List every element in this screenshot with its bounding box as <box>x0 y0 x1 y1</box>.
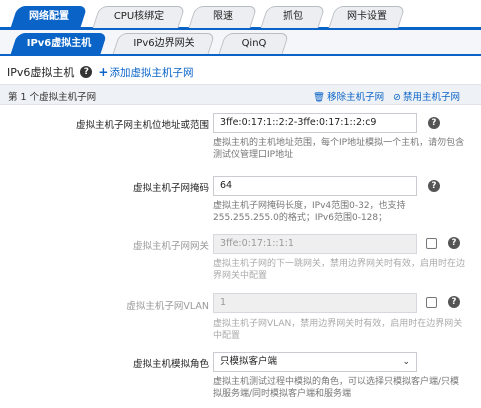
tab-ipv6-border-gateway[interactable]: IPv6边界网关 <box>112 33 216 54</box>
tab-ipv6-virtual-host[interactable]: IPv6虚拟主机 <box>10 33 108 54</box>
help-icon[interactable]: ? <box>80 66 93 78</box>
mask-help-icon[interactable]: ? <box>428 180 440 192</box>
chevron-down-icon: ⌄ <box>402 357 410 367</box>
ip-range-label: 虚拟主机子网主机位地址或范围 <box>75 120 209 131</box>
tab-rate-limit[interactable]: 限速 <box>188 6 258 28</box>
mask-label: 虚拟主机子网掩码 <box>132 183 209 194</box>
page-title: IPv6虚拟主机 <box>7 66 75 79</box>
vlan-input[interactable]: 1 <box>213 293 417 313</box>
tab-nic-settings[interactable]: 网卡设置 <box>328 6 406 28</box>
ban-icon: ⊘ <box>393 92 401 103</box>
ip-range-help-icon[interactable]: ? <box>428 117 440 129</box>
role-label: 虚拟主机模拟角色 <box>132 359 209 370</box>
vlan-label: 虚拟主机子网VLAN <box>126 301 209 312</box>
role-hint: 虚拟主机测试过程中模拟的角色，可以选择只模拟客户端/只模拟服务端/同时模拟客户端… <box>213 377 460 399</box>
tab-capture[interactable]: 抓包 <box>260 6 326 28</box>
sub-tab-bar: IPv6虚拟主机 IPv6边界网关 QinQ <box>0 30 481 56</box>
trash-icon: 🗑 <box>313 92 326 103</box>
subnet-count: 第 1 个虚拟主机子网 <box>8 92 97 103</box>
subnet-header-bar: 第 1 个虚拟主机子网 🗑 移除主机子网 ⊘ 禁用主机子网 <box>0 84 481 105</box>
remove-subnet-button[interactable]: 🗑 移除主机子网 <box>313 89 384 103</box>
plus-icon: + <box>98 64 109 79</box>
role-select[interactable]: 只模拟客户端 ⌄ <box>213 352 417 372</box>
section-heading: IPv6虚拟主机 ? +添加虚拟主机子网 <box>7 64 193 80</box>
top-tab-bar: 网络配置 CPU核绑定 限速 抓包 网卡设置 <box>0 0 481 30</box>
ip-range-input[interactable]: 3ffe:0:17:1::2:2-3ffe:0:17:1::2:c9 <box>213 113 417 133</box>
tab-network-config[interactable]: 网络配置 <box>10 6 88 28</box>
disable-subnet-button[interactable]: ⊘ 禁用主机子网 <box>393 89 460 103</box>
vlan-help-icon[interactable]: ? <box>448 296 460 308</box>
mask-input[interactable]: 64 <box>213 176 417 196</box>
tab-qinq[interactable]: QinQ <box>218 33 290 54</box>
mask-hint: 虚拟主机子网掩码长度，IPv4范围0-32，也支持255.255.255.0的格… <box>213 201 406 223</box>
add-subnet-link[interactable]: +添加虚拟主机子网 <box>98 65 193 80</box>
gateway-label: 虚拟主机子网网关 <box>132 241 209 252</box>
gateway-help-icon[interactable]: ? <box>448 237 460 249</box>
vlan-checkbox[interactable] <box>426 297 437 308</box>
gateway-checkbox[interactable] <box>426 238 437 249</box>
gateway-input[interactable]: 3ffe:0:17:1::1:1 <box>213 234 417 254</box>
ip-range-hint: 虚拟主机的主机地址范围，每个IP地址模拟一个主机，请勿包含测试仪管理口IP地址 <box>213 138 465 160</box>
gateway-hint: 虚拟主机子网的下一跳网关，禁用边界网关时有效，启用时在边界网关中配置 <box>213 259 466 281</box>
vlan-hint: 虚拟主机子网VLAN，禁用边界网关时有效，启用时在边界网关中配置 <box>213 319 463 341</box>
tab-cpu-binding[interactable]: CPU核绑定 <box>92 6 186 28</box>
